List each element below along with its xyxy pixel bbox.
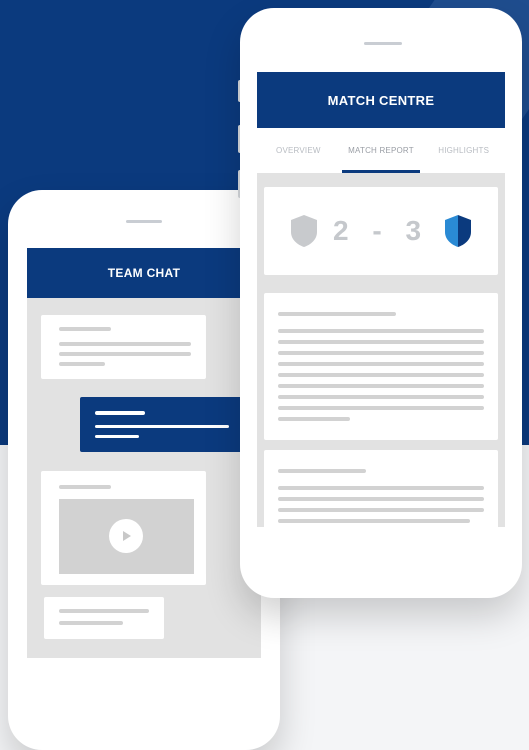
article-title-placeholder [278,312,396,316]
team-chat-header: TEAM CHAT [27,248,261,298]
match-centre-screen: MATCH CENTRE OVERVIEW MATCH REPORT HIGHL… [257,72,505,527]
text-placeholder [278,508,484,512]
team-chat-screen: TEAM CHAT [27,248,261,658]
text-placeholder [59,342,191,346]
chat-message-video[interactable] [41,471,206,585]
phone-speaker [126,220,162,223]
report-article-card[interactable] [264,293,498,440]
text-placeholder [59,327,111,331]
text-placeholder [278,351,484,355]
chat-message-incoming[interactable] [44,597,164,639]
score-separator: - [372,215,390,246]
text-placeholder [278,373,484,377]
match-score: 2 - 3 [333,215,429,247]
text-placeholder [278,406,484,410]
tab-overview-label: OVERVIEW [276,146,321,155]
match-centre-title: MATCH CENTRE [327,92,435,108]
text-placeholder [95,425,229,428]
report-article-card[interactable] [264,450,498,527]
away-team-shield-icon [444,215,471,247]
text-placeholder [59,352,191,356]
tab-highlights-label: HIGHLIGHTS [438,146,490,155]
text-placeholder [59,362,105,366]
text-placeholder [59,621,123,625]
article-title-placeholder [278,469,366,473]
text-placeholder [278,340,484,344]
tab-overview[interactable]: OVERVIEW [257,128,340,173]
text-placeholder [278,486,484,490]
text-placeholder [278,417,350,421]
text-placeholder [59,609,149,613]
text-placeholder [278,384,484,388]
text-placeholder [278,362,484,366]
text-placeholder [95,435,139,438]
tab-highlights[interactable]: HIGHLIGHTS [422,128,505,173]
play-icon [123,531,131,541]
home-team-shield-icon [291,215,317,247]
video-thumbnail[interactable] [59,499,194,574]
text-placeholder [278,519,470,523]
text-placeholder [278,329,484,333]
tab-match-report[interactable]: MATCH REPORT [340,128,423,173]
away-score: 3 [405,215,430,246]
chat-message-outgoing[interactable] [80,397,261,452]
home-score: 2 [332,215,357,246]
match-centre-header: MATCH CENTRE [257,72,505,128]
team-chat-title: TEAM CHAT [107,266,181,280]
text-placeholder [95,411,145,415]
tab-match-report-label: MATCH REPORT [348,146,414,155]
match-centre-tabs: OVERVIEW MATCH REPORT HIGHLIGHTS [257,128,505,173]
text-placeholder [278,497,484,501]
text-placeholder [278,395,484,399]
phone-speaker [364,42,402,45]
chat-message-incoming[interactable] [41,315,206,379]
score-card[interactable]: 2 - 3 [264,187,498,275]
text-placeholder [59,485,111,489]
play-button[interactable] [109,519,143,553]
phone-match-centre: MATCH CENTRE OVERVIEW MATCH REPORT HIGHL… [240,8,522,598]
